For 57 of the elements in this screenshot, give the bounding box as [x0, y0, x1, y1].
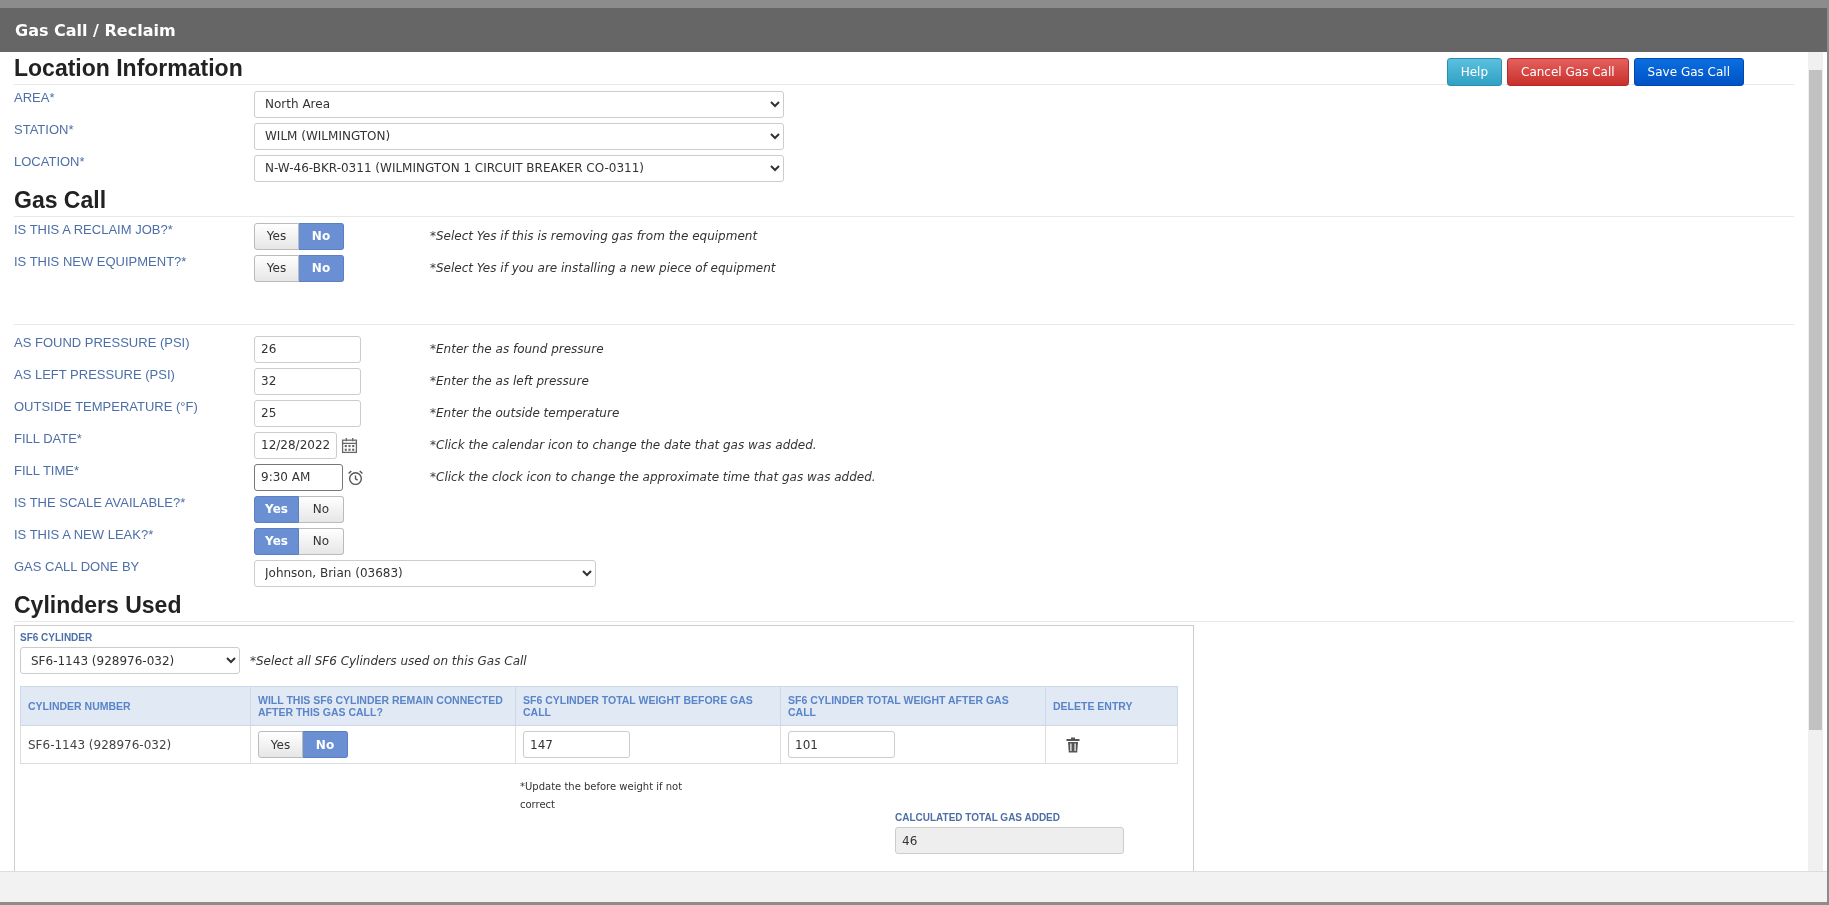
field-label: LOCATION* — [14, 153, 86, 169]
field-label: FILL DATE* — [14, 430, 83, 446]
field-label: AREA* — [14, 89, 56, 105]
field-label: FILL TIME* — [14, 462, 81, 478]
text-field[interactable]: 26 — [254, 335, 361, 363]
dropdown[interactable]: North Area — [254, 90, 784, 118]
section-heading: Location Information — [14, 54, 243, 82]
field-label: STATION* — [14, 121, 75, 137]
field-label: AS FOUND PRESSURE (PSI) — [14, 334, 191, 350]
dropdown[interactable]: N-W-46-BKR-0311 (WILMINGTON 1 CIRCUIT BREAKER CO-0311) — [254, 154, 784, 182]
field-label: CALCULATED TOTAL GAS ADDED — [895, 812, 1061, 823]
field-hint: *Click the calendar icon to change the date that gas was added. — [430, 438, 817, 452]
field-label: SF6 CYLINDER — [20, 632, 94, 643]
field-hint: *Click the clock icon to change the approximate time that gas was added. — [430, 470, 876, 484]
toggle-option[interactable]: Yes — [254, 254, 299, 282]
dropdown[interactable]: WILM (WILMINGTON) — [254, 122, 784, 150]
toggle-option[interactable]: No — [299, 495, 344, 523]
field-hint: *Enter the as found pressure — [430, 342, 604, 356]
toggle-option[interactable]: No — [299, 527, 344, 555]
field-label: GAS CALL DONE BY — [14, 558, 141, 574]
column-header: DELETE ENTRY — [1045, 686, 1178, 726]
window-title: Gas Call / Reclaim — [15, 20, 176, 40]
column-header: WILL THIS SF6 CYLINDER REMAIN CONNECTED AFTER THIS GAS CALL? — [250, 686, 516, 726]
time-field[interactable]: 9:30 AM — [254, 463, 343, 491]
field-label: IS THIS A NEW LEAK?* — [14, 526, 155, 542]
alarm-clock-icon[interactable] — [347, 468, 364, 486]
field-hint: *Enter the as left pressure — [430, 374, 589, 388]
calendar-icon[interactable] — [341, 436, 358, 454]
toggle-option[interactable]: Yes — [258, 731, 303, 758]
dropdown[interactable]: Johnson, Brian (03683) — [254, 559, 596, 587]
text-field[interactable]: 147 — [523, 731, 630, 758]
field-label: IS THE SCALE AVAILABLE?* — [14, 494, 187, 510]
field-hint: *Select Yes if you are installing a new piece of equipment — [430, 261, 776, 275]
column-header: SF6 CYLINDER TOTAL WEIGHT AFTER GAS CALL — [780, 686, 1046, 726]
text-field[interactable]: 101 — [788, 731, 895, 758]
field-hint: *Enter the outside temperature — [430, 406, 620, 420]
field-hint: *Select Yes if this is removing gas from the equipment — [430, 229, 758, 243]
field-label: OUTSIDE TEMPERATURE (°F) — [14, 398, 199, 414]
date-field[interactable]: 12/28/2022 — [254, 431, 337, 459]
text-field[interactable]: 25 — [254, 399, 361, 427]
trash-icon[interactable] — [1066, 736, 1080, 753]
table-cell: SF6-1143 (928976-032) — [20, 725, 251, 764]
dropdown[interactable]: SF6-1143 (928976-032) — [20, 647, 240, 674]
action-button[interactable]: Save Gas Call — [1633, 58, 1744, 86]
note-text: *Update the before weight if not correct — [520, 780, 684, 812]
field-hint: *Select all SF6 Cylinders used on this Gas Call — [250, 653, 527, 668]
text-field[interactable]: 32 — [254, 367, 361, 395]
field-label: IS THIS NEW EQUIPMENT?* — [14, 253, 188, 269]
field-label: IS THIS A RECLAIM JOB?* — [14, 221, 174, 237]
total-field[interactable]: 46 — [895, 827, 1124, 854]
action-button[interactable]: Cancel Gas Call — [1507, 58, 1629, 86]
section-heading: Gas Call — [14, 186, 107, 214]
column-header: CYLINDER NUMBER — [20, 686, 251, 726]
section-heading: Cylinders Used — [14, 591, 182, 619]
column-header: SF6 CYLINDER TOTAL WEIGHT BEFORE GAS CALL — [515, 686, 781, 726]
toggle-option[interactable]: Yes — [254, 222, 299, 250]
field-label: AS LEFT PRESSURE (PSI) — [14, 366, 176, 382]
